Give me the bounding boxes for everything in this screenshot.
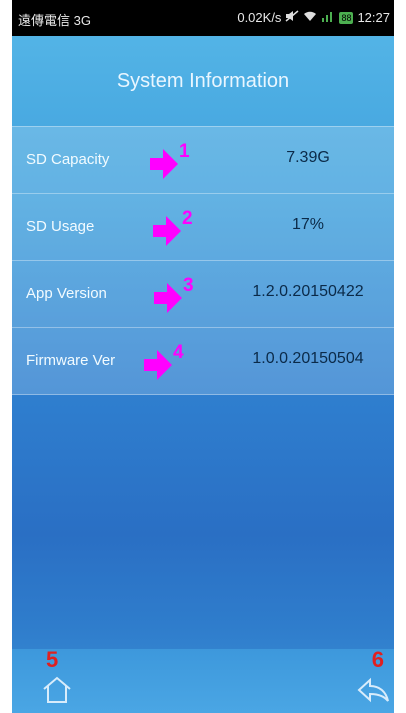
info-list: SD Capacity 1 7.39G SD Usage 2 17% App V… [12, 126, 394, 395]
callout-home: 5 [46, 647, 59, 672]
row-value: 7.39G [286, 149, 330, 166]
page-title: System Information [116, 69, 290, 92]
row-value: 1.2.0.20150422 [252, 283, 364, 300]
info-row-firmware-version: Firmware Ver 4 1.0.0.20150504 [12, 327, 394, 395]
info-row-app-version: App Version 3 1.2.0.20150422 [12, 260, 394, 327]
row-label: SD Usage [26, 218, 95, 235]
info-row-sd-usage: SD Usage 2 17% [12, 193, 394, 260]
row-value: 1.0.0.20150504 [252, 350, 364, 367]
back-button[interactable] [356, 675, 390, 705]
wifi-icon [303, 10, 317, 25]
signal-icon [321, 10, 335, 25]
back-icon [357, 677, 389, 703]
row-label: SD Capacity [26, 151, 110, 168]
mute-icon [285, 10, 299, 25]
info-row-sd-capacity: SD Capacity 1 7.39G [12, 126, 394, 193]
bottom-nav-bar: 5 6 [12, 647, 394, 713]
arrow-right-icon [150, 149, 178, 179]
home-button[interactable] [40, 675, 74, 705]
marker: 1 [150, 141, 190, 179]
row-label: Firmware Ver [26, 352, 116, 369]
marker-number: 1 [179, 141, 190, 162]
marker-number: 4 [173, 342, 184, 363]
status-icons: 0.02K/s 88 12:27 [237, 10, 390, 25]
row-value: 17% [291, 216, 325, 233]
arrow-right-icon [154, 283, 182, 313]
home-icon [43, 676, 71, 703]
callout-back: 6 [371, 647, 384, 672]
status-bar: 遠傳電信 3G 0.02K/s 88 12:27 [12, 0, 394, 36]
row-label: App Version [26, 285, 107, 302]
marker: 2 [153, 208, 193, 246]
clock: 12:27 [357, 10, 390, 25]
network-speed: 0.02K/s [237, 10, 282, 25]
phone-screen: 遠傳電信 3G 0.02K/s 88 12:27 System Informat… [12, 0, 394, 713]
carrier-label: 遠傳電信 3G [18, 13, 91, 28]
arrow-right-icon [144, 350, 172, 380]
marker: 3 [154, 275, 194, 313]
marker: 4 [144, 342, 184, 380]
marker-number: 2 [182, 208, 193, 229]
battery-icon: 88 [339, 11, 354, 24]
marker-number: 3 [183, 275, 194, 296]
arrow-right-icon [153, 216, 181, 246]
